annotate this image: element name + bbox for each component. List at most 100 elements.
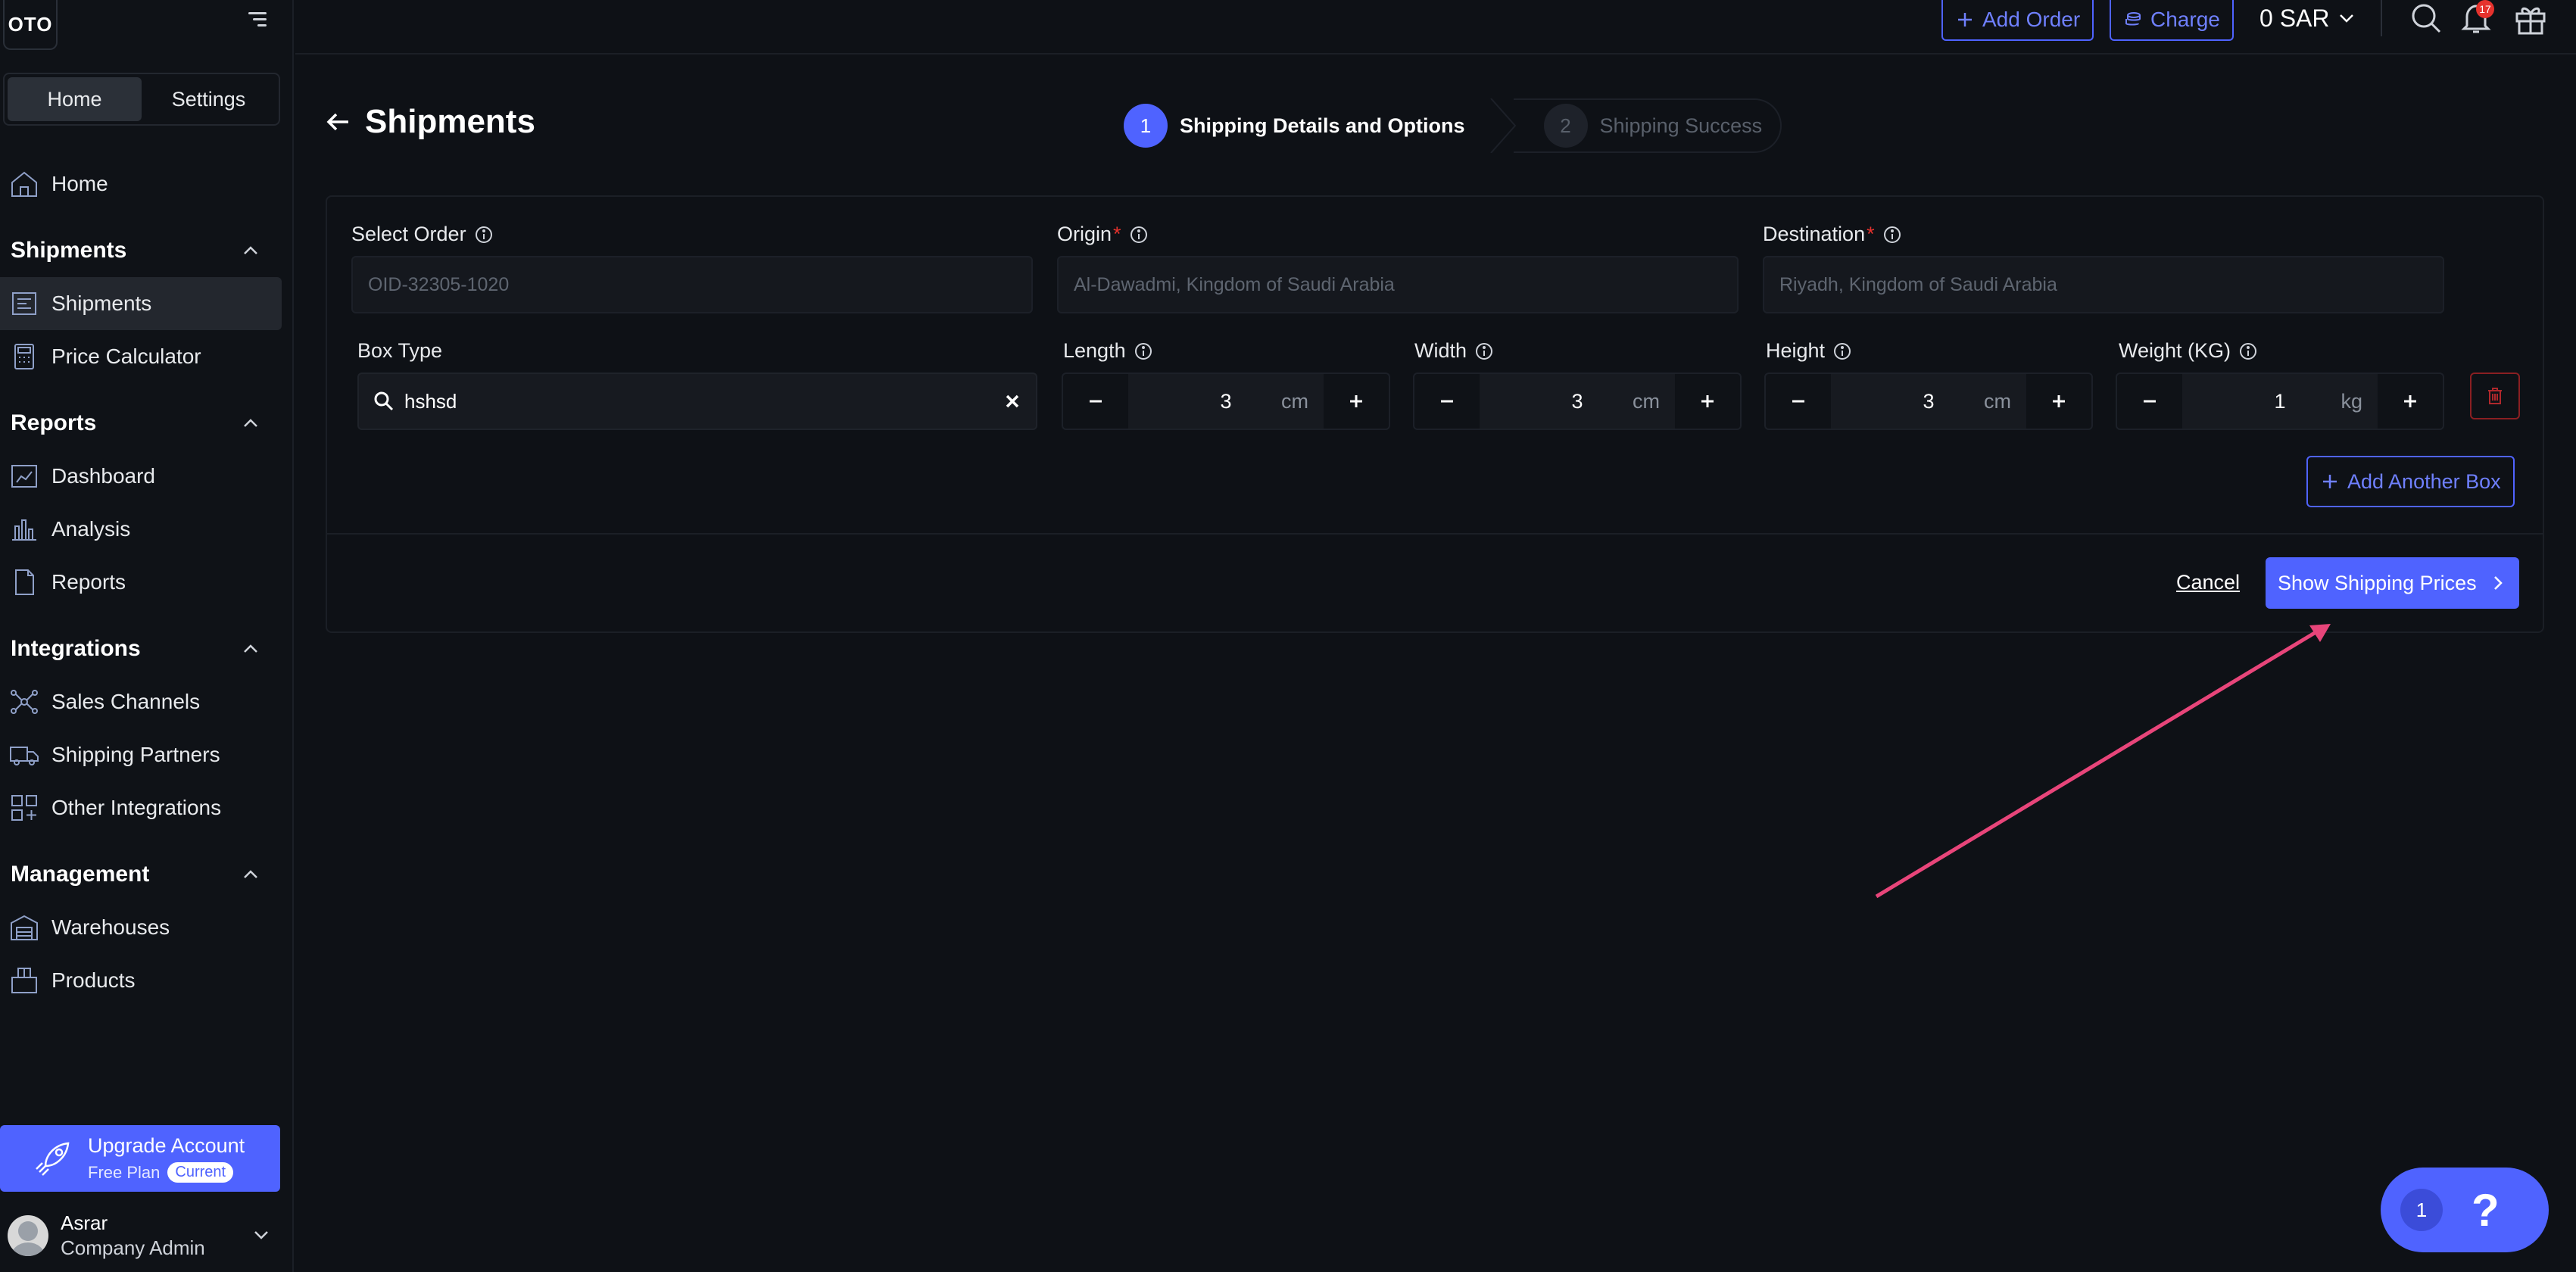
notification-count-badge: 17 xyxy=(2476,0,2494,18)
cancel-link[interactable]: Cancel xyxy=(2176,571,2240,594)
label-text: Weight (KG) xyxy=(2119,339,2231,362)
step-shipping-details[interactable]: 1 Shipping Details and Options xyxy=(1124,98,1488,153)
select-order-input[interactable]: OID-32305-1020 xyxy=(351,256,1033,313)
gift-icon[interactable] xyxy=(2512,0,2549,36)
topbar-divider xyxy=(2381,0,2382,36)
width-increment-button[interactable] xyxy=(1675,374,1740,429)
info-icon[interactable] xyxy=(1832,341,1852,361)
chevron-up-icon xyxy=(244,419,257,427)
menu-toggle-icon[interactable] xyxy=(244,8,267,30)
tab-home[interactable]: Home xyxy=(8,77,142,121)
sidebar-item-dashboard[interactable]: Dashboard xyxy=(0,450,282,503)
sidebar-item-analysis[interactable]: Analysis xyxy=(0,503,282,556)
add-order-button[interactable]: Add Order xyxy=(1941,0,2094,41)
height-stepper: 3 cm xyxy=(1764,373,2093,430)
length-stepper: 3 cm xyxy=(1062,373,1390,430)
balance-value: 0 SAR xyxy=(2259,4,2330,32)
width-stepper: 3 cm xyxy=(1413,373,1742,430)
length-decrement-button[interactable] xyxy=(1063,374,1128,429)
sidebar-item-price-calculator[interactable]: Price Calculator xyxy=(0,330,282,383)
add-another-box-button[interactable]: Add Another Box xyxy=(2306,456,2515,507)
length-unit: cm xyxy=(1281,389,1308,413)
charge-button[interactable]: Charge xyxy=(2110,0,2234,41)
stepper-progress: 1 Shipping Details and Options 2 Shippin… xyxy=(1124,98,1782,153)
destination-input[interactable]: Riyadh, Kingdom of Saudi Arabia xyxy=(1763,256,2444,313)
width-unit: cm xyxy=(1633,389,1660,413)
height-label: Height xyxy=(1766,339,1852,363)
tab-settings[interactable]: Settings xyxy=(142,77,276,121)
section-title: Shipments xyxy=(11,238,127,263)
step-label: Shipping Details and Options xyxy=(1180,114,1465,137)
current-badge: Current xyxy=(167,1162,234,1183)
info-icon[interactable] xyxy=(474,225,494,245)
home-settings-switch: Home Settings xyxy=(3,73,280,126)
oto-logo[interactable]: OTO xyxy=(3,0,58,50)
info-icon[interactable] xyxy=(1129,225,1149,245)
charge-label: Charge xyxy=(2150,8,2220,31)
chevron-down-icon xyxy=(254,1231,268,1239)
step-number: 2 xyxy=(1543,104,1588,148)
help-widget-button[interactable]: 1 ? xyxy=(2381,1168,2549,1252)
page-header: Shipments xyxy=(324,103,535,141)
balance-dropdown[interactable]: 0 SAR xyxy=(2259,2,2356,35)
truck-icon xyxy=(8,738,41,772)
box-type-value: hshsd xyxy=(404,389,457,413)
sidebar-item-reports[interactable]: Reports xyxy=(0,556,282,609)
label-text: Select Order xyxy=(351,223,466,245)
sidebar-item-shipments[interactable]: Shipments xyxy=(0,277,282,330)
weight-unit: kg xyxy=(2341,389,2362,413)
height-input[interactable]: 3 cm xyxy=(1831,374,2026,429)
grid-plus-icon xyxy=(8,791,41,825)
length-input[interactable]: 3 cm xyxy=(1128,374,1324,429)
origin-input[interactable]: Al-Dawadmi, Kingdom of Saudi Arabia xyxy=(1057,256,1739,313)
delete-box-button[interactable] xyxy=(2470,373,2520,419)
sidebar-item-sales-channels[interactable]: Sales Channels xyxy=(0,675,282,728)
upgrade-account-button[interactable]: Upgrade Account Free Plan Current xyxy=(0,1125,280,1192)
label-text: Length xyxy=(1063,339,1126,362)
sidebar: OTO Home Settings Home Shipments Shipmen… xyxy=(0,0,294,1272)
sidebar-item-label: Reports xyxy=(51,570,126,594)
weight-increment-button[interactable] xyxy=(2378,374,2443,429)
avatar xyxy=(8,1215,48,1256)
length-increment-button[interactable] xyxy=(1324,374,1389,429)
destination-label: Destination * xyxy=(1763,223,1902,246)
width-decrement-button[interactable] xyxy=(1414,374,1480,429)
section-shipments-header[interactable]: Shipments xyxy=(11,232,260,270)
sidebar-item-label: Dashboard xyxy=(51,464,155,488)
user-menu[interactable]: Asrar Company Admin xyxy=(0,1207,280,1264)
info-icon[interactable] xyxy=(1882,225,1902,245)
add-another-box-label: Add Another Box xyxy=(2347,469,2501,493)
height-increment-button[interactable] xyxy=(2026,374,2091,429)
sidebar-item-home[interactable]: Home xyxy=(0,157,282,210)
sidebar-item-label: Sales Channels xyxy=(51,690,201,713)
back-arrow-icon[interactable] xyxy=(324,108,351,136)
clear-icon[interactable] xyxy=(1003,391,1022,411)
rocket-icon xyxy=(36,1142,70,1176)
top-bar xyxy=(295,0,2576,55)
section-integrations-header[interactable]: Integrations xyxy=(11,630,260,668)
info-icon[interactable] xyxy=(1474,341,1494,361)
sidebar-item-warehouses[interactable]: Warehouses xyxy=(0,901,282,954)
sidebar-item-shipping-partners[interactable]: Shipping Partners xyxy=(0,728,282,781)
weight-input[interactable]: 1 kg xyxy=(2182,374,2378,429)
width-input[interactable]: 3 cm xyxy=(1480,374,1675,429)
info-icon[interactable] xyxy=(2238,341,2258,361)
search-icon[interactable] xyxy=(2408,0,2444,36)
label-text: Height xyxy=(1766,339,1826,362)
box-type-search[interactable]: hshsd xyxy=(357,373,1037,430)
sidebar-item-products[interactable]: Products xyxy=(0,954,282,1007)
info-icon[interactable] xyxy=(1134,341,1153,361)
height-decrement-button[interactable] xyxy=(1766,374,1831,429)
show-shipping-prices-button[interactable]: Show Shipping Prices xyxy=(2266,557,2519,609)
weight-decrement-button[interactable] xyxy=(2117,374,2182,429)
section-reports-header[interactable]: Reports xyxy=(11,404,260,442)
card-divider xyxy=(327,533,2543,535)
section-title: Reports xyxy=(11,410,97,435)
products-icon xyxy=(8,964,41,997)
required-mark: * xyxy=(1113,223,1121,245)
sidebar-item-other-integrations[interactable]: Other Integrations xyxy=(0,781,282,834)
section-management-header[interactable]: Management xyxy=(11,856,260,893)
width-label: Width xyxy=(1414,339,1494,363)
bar-chart-icon xyxy=(8,513,41,546)
upgrade-title: Upgrade Account xyxy=(88,1134,245,1157)
